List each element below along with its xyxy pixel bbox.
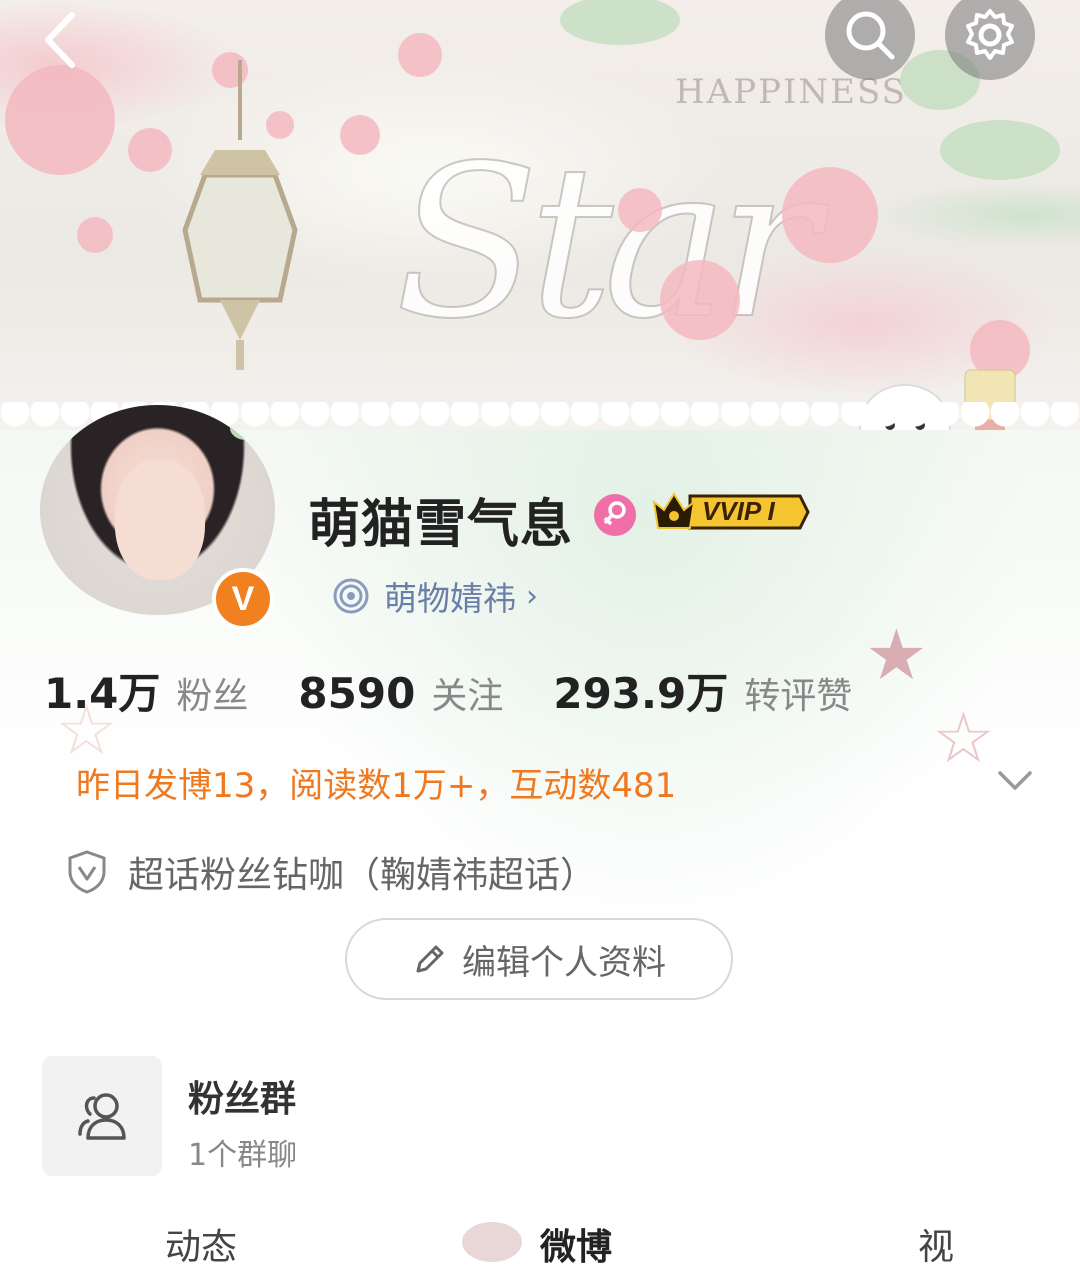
pencil-icon — [416, 945, 444, 973]
profile-banner[interactable]: HAPPINESS Star — [0, 0, 1080, 430]
stat-followers[interactable]: 1.4万 粉丝 — [44, 660, 248, 721]
chevron-left-icon — [45, 12, 75, 68]
supertopic-label: 萌物婧祎 — [384, 579, 516, 618]
avatar-face — [115, 460, 205, 580]
expand-button[interactable] — [990, 755, 1040, 805]
verified-badge: V — [212, 568, 274, 630]
shield-icon — [68, 850, 106, 894]
stat-following[interactable]: 8590 关注 — [298, 667, 503, 719]
chevron-right-icon: › — [526, 578, 538, 614]
group-icon — [78, 1093, 126, 1140]
stat-value: 1.4万 — [44, 669, 161, 718]
supertopic-link[interactable]: 萌物婧祎 › — [332, 572, 538, 620]
vvip-label: VVIP I — [702, 496, 775, 526]
stat-label: 粉丝 — [176, 676, 249, 717]
stats-row: 1.4万 粉丝 8590 关注 293.9万 转评赞 — [44, 660, 902, 721]
tab-dynamic[interactable]: 动态 — [165, 1218, 237, 1270]
tab-weibo[interactable]: 微博 — [540, 1218, 612, 1270]
gear-icon — [966, 9, 1014, 60]
avatar-bow — [230, 410, 270, 440]
username: 萌猫雪气息 — [308, 495, 574, 555]
fan-group-subtitle: 1个群聊 — [188, 1138, 298, 1173]
tab-avatar — [462, 1222, 522, 1262]
vvip-badge[interactable]: VVIP I — [650, 490, 810, 534]
back-button[interactable] — [30, 5, 100, 75]
fanclub-text: 超话粉丝钻咖（鞠婧祎超话） — [128, 855, 597, 896]
fanclub-line[interactable]: 超话粉丝钻咖（鞠婧祎超话） — [66, 846, 596, 898]
fan-group-card[interactable]: 粉丝群 1个群聊 — [42, 1056, 942, 1176]
fan-group-title: 粉丝群 — [188, 1079, 297, 1120]
search-icon — [846, 11, 895, 60]
daily-summary[interactable]: 昨日发博13，阅读数1万+，互动数481 — [76, 758, 676, 807]
banner-flowers-decoration — [5, 0, 1060, 430]
female-icon — [594, 494, 636, 536]
stat-value: 8590 — [298, 669, 416, 718]
tab-video[interactable]: 视 — [918, 1218, 954, 1270]
chevron-down-icon — [998, 771, 1032, 790]
edit-profile-button[interactable]: 编辑个人资料 — [345, 918, 733, 1000]
spiral-icon — [333, 578, 369, 614]
stat-value: 293.9万 — [553, 669, 729, 718]
edit-profile-label: 编辑个人资料 — [462, 942, 666, 983]
profile-tabs: 动态 微博 视 — [0, 1218, 1080, 1268]
stat-label: 关注 — [431, 676, 504, 717]
star-decoration: ☆ — [932, 697, 995, 779]
stat-interactions[interactable]: 293.9万 转评赞 — [553, 660, 852, 721]
lantern-decoration — [182, 60, 298, 370]
group-icon-box — [42, 1056, 162, 1176]
stat-label: 转评赞 — [744, 676, 853, 717]
